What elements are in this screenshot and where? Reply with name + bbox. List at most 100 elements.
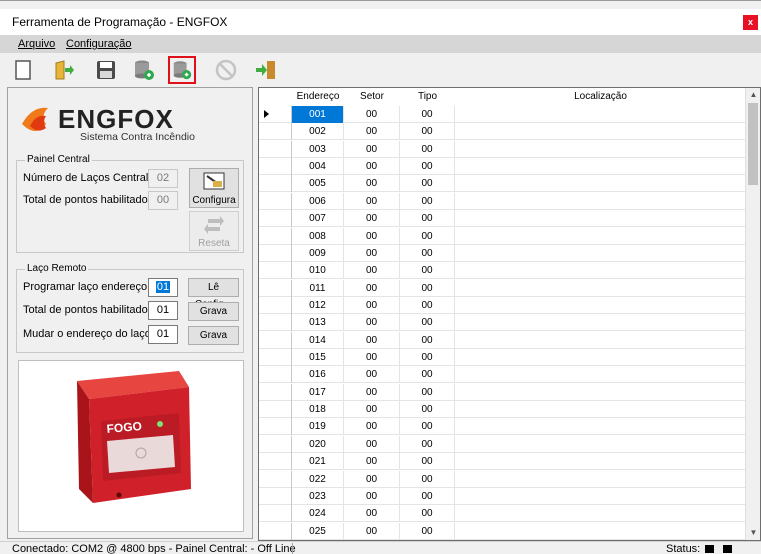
row-header[interactable] — [259, 140, 292, 158]
table-row[interactable]: 019 00 00 — [259, 418, 746, 436]
header-tipo[interactable]: Tipo — [400, 91, 455, 102]
cell-endereco[interactable]: 006 — [292, 192, 344, 210]
table-row[interactable]: 018 00 00 — [259, 401, 746, 419]
table-row[interactable]: 001 00 00 — [259, 106, 746, 123]
table-row[interactable]: 012 00 00 — [259, 296, 746, 314]
table-row[interactable]: 010 00 00 — [259, 262, 746, 280]
cell-localizacao[interactable] — [455, 245, 746, 262]
scroll-up-icon[interactable]: ▲ — [746, 88, 760, 102]
cell-endereco[interactable]: 003 — [292, 140, 344, 158]
row-header[interactable] — [259, 175, 292, 193]
row-header[interactable] — [259, 383, 292, 401]
cell-setor[interactable]: 00 — [344, 366, 400, 384]
cell-endereco[interactable]: 020 — [292, 435, 344, 453]
cell-localizacao[interactable] — [455, 401, 746, 418]
exit-button[interactable] — [252, 56, 280, 84]
table-row[interactable]: 017 00 00 — [259, 383, 746, 401]
cell-setor[interactable]: 00 — [344, 331, 400, 349]
new-file-button[interactable] — [9, 56, 37, 84]
cell-tipo[interactable]: 00 — [400, 140, 455, 158]
cell-localizacao[interactable] — [455, 175, 746, 192]
row-header[interactable] — [259, 418, 292, 436]
cell-localizacao[interactable] — [455, 123, 746, 140]
row-header[interactable] — [259, 470, 292, 488]
cell-endereco[interactable]: 016 — [292, 366, 344, 384]
table-row[interactable]: 022 00 00 — [259, 470, 746, 488]
cell-localizacao[interactable] — [455, 488, 746, 505]
cell-tipo[interactable]: 00 — [400, 158, 455, 176]
cell-tipo[interactable]: 00 — [400, 505, 455, 523]
cell-setor[interactable]: 00 — [344, 123, 400, 141]
table-row[interactable]: 004 00 00 — [259, 158, 746, 176]
cell-setor[interactable]: 00 — [344, 505, 400, 523]
cell-localizacao[interactable] — [455, 210, 746, 227]
cell-localizacao[interactable] — [455, 471, 746, 488]
programar-field[interactable]: 01 — [148, 278, 178, 297]
cell-localizacao[interactable] — [455, 384, 746, 401]
cell-localizacao[interactable] — [455, 193, 746, 210]
cell-setor[interactable]: 00 — [344, 227, 400, 245]
save-button[interactable] — [92, 56, 120, 84]
cell-tipo[interactable]: 00 — [400, 487, 455, 505]
grava-endereco-button[interactable]: Grava — [188, 326, 239, 345]
cell-tipo[interactable]: 00 — [400, 279, 455, 297]
table-row[interactable]: 003 00 00 — [259, 140, 746, 158]
close-button[interactable]: x — [743, 15, 758, 30]
cell-setor[interactable]: 00 — [344, 314, 400, 332]
write-database-button[interactable] — [168, 56, 196, 84]
cell-tipo[interactable]: 00 — [400, 296, 455, 314]
cell-tipo[interactable]: 00 — [400, 244, 455, 262]
cell-tipo[interactable]: 00 — [400, 366, 455, 384]
cell-localizacao[interactable] — [455, 436, 746, 453]
cell-endereco[interactable]: 025 — [292, 522, 344, 540]
cell-localizacao[interactable] — [455, 158, 746, 175]
cell-tipo[interactable]: 00 — [400, 210, 455, 228]
cell-endereco[interactable]: 007 — [292, 210, 344, 228]
table-row[interactable]: 014 00 00 — [259, 331, 746, 349]
cell-setor[interactable]: 00 — [344, 435, 400, 453]
cell-tipo[interactable]: 00 — [400, 522, 455, 540]
row-header[interactable] — [259, 522, 292, 540]
stop-button[interactable] — [212, 56, 240, 84]
cell-endereco[interactable]: 004 — [292, 158, 344, 176]
pontos-central-field[interactable]: 00 — [148, 191, 178, 210]
cell-localizacao[interactable] — [455, 228, 746, 245]
scroll-thumb[interactable] — [748, 103, 758, 185]
cell-setor[interactable]: 00 — [344, 262, 400, 280]
table-row[interactable]: 025 00 00 — [259, 522, 746, 540]
read-database-button[interactable] — [130, 56, 158, 84]
table-row[interactable]: 006 00 00 — [259, 192, 746, 210]
cell-tipo[interactable]: 00 — [400, 401, 455, 419]
cell-setor[interactable]: 00 — [344, 383, 400, 401]
cell-tipo[interactable]: 00 — [400, 331, 455, 349]
lacos-field[interactable]: 02 — [148, 169, 178, 188]
cell-tipo[interactable]: 00 — [400, 314, 455, 332]
row-header[interactable] — [259, 487, 292, 505]
cell-endereco[interactable]: 005 — [292, 175, 344, 193]
row-header[interactable] — [259, 279, 292, 297]
grava-pontos-button[interactable]: Grava — [188, 302, 239, 321]
reseta-button[interactable]: Reseta — [189, 211, 239, 251]
table-row[interactable]: 011 00 00 — [259, 279, 746, 297]
cell-endereco[interactable]: 018 — [292, 401, 344, 419]
cell-setor[interactable]: 00 — [344, 418, 400, 436]
cell-endereco[interactable]: 022 — [292, 470, 344, 488]
header-endereco[interactable]: Endereço — [292, 91, 344, 102]
cell-endereco[interactable]: 015 — [292, 349, 344, 367]
cell-localizacao[interactable] — [455, 366, 746, 383]
cell-endereco[interactable]: 019 — [292, 418, 344, 436]
cell-localizacao[interactable] — [455, 505, 746, 522]
row-header[interactable] — [259, 210, 292, 228]
open-button[interactable] — [50, 56, 78, 84]
cell-tipo[interactable]: 00 — [400, 175, 455, 193]
le-config-button[interactable]: Lê Config... — [188, 278, 239, 310]
cell-localizacao[interactable] — [455, 349, 746, 366]
cell-localizacao[interactable] — [455, 332, 746, 349]
cell-tipo[interactable]: 00 — [400, 470, 455, 488]
row-header[interactable] — [259, 453, 292, 471]
cell-localizacao[interactable] — [455, 418, 746, 435]
cell-setor[interactable]: 00 — [344, 210, 400, 228]
cell-setor[interactable]: 00 — [344, 279, 400, 297]
cell-endereco[interactable]: 009 — [292, 244, 344, 262]
table-row[interactable]: 024 00 00 — [259, 505, 746, 523]
